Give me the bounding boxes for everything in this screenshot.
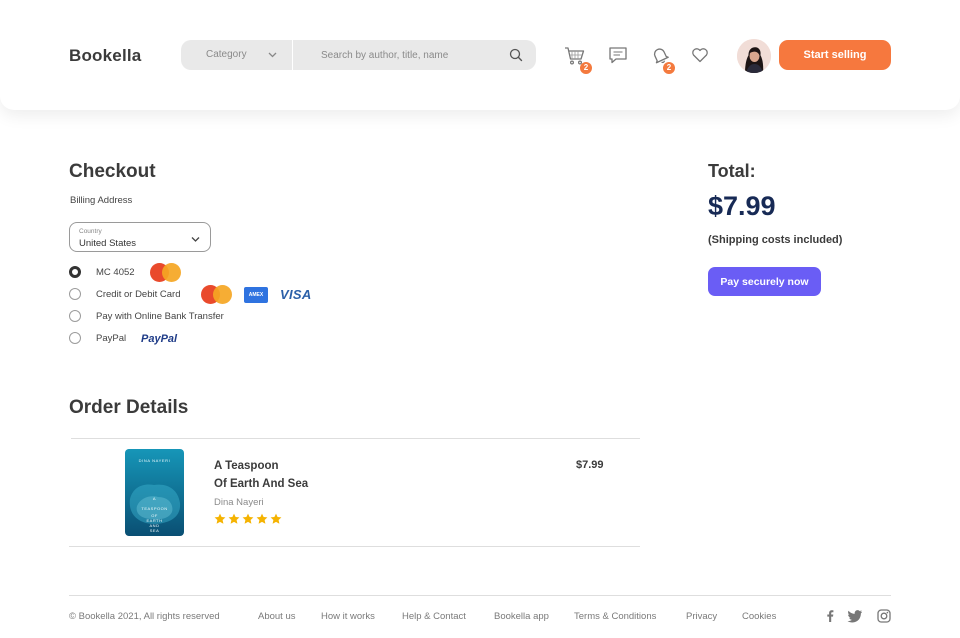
avatar[interactable] <box>737 39 771 73</box>
divider <box>69 546 640 547</box>
book-cover[interactable]: DINA NAYERI A TEASPOON OF EARTH AND SEA <box>125 449 184 536</box>
star-icon <box>214 513 226 524</box>
cover-title-line: TEASPOON <box>141 506 167 511</box>
shipping-note: (Shipping costs included) <box>708 234 843 246</box>
mastercard-logo <box>201 285 232 304</box>
radio-button-selected[interactable] <box>69 266 81 278</box>
chevron-down-icon <box>191 237 200 242</box>
radio-button[interactable] <box>69 332 81 344</box>
category-dropdown[interactable]: Category <box>181 40 292 70</box>
billing-address-label: Billing Address <box>70 195 133 206</box>
star-rating <box>214 513 282 525</box>
star-icon <box>242 513 254 524</box>
category-label: Category <box>206 49 247 60</box>
footer-link-terms[interactable]: Terms & Conditions <box>574 611 656 622</box>
payment-option-paypal[interactable]: PayPal <box>69 332 329 346</box>
divider <box>71 438 640 439</box>
payment-option-label: PayPal <box>96 333 127 344</box>
copyright-text: © Bookella 2021, All rights reserved <box>69 611 220 622</box>
payment-option-label: Pay with Online Bank Transfer <box>96 311 224 322</box>
star-icon <box>270 513 282 524</box>
twitter-icon[interactable] <box>847 609 863 623</box>
facebook-icon[interactable] <box>823 609 837 623</box>
total-amount: $7.99 <box>708 191 776 221</box>
item-title-line1[interactable]: A Teaspoon <box>214 460 279 472</box>
country-select[interactable]: Country United States <box>69 222 211 252</box>
messages-button[interactable] <box>608 46 630 66</box>
notifications-badge: 2 <box>663 62 675 74</box>
footer-link-about[interactable]: About us <box>258 611 296 622</box>
user-avatar-image <box>737 39 771 73</box>
footer-link-privacy[interactable]: Privacy <box>686 611 717 622</box>
footer-divider <box>69 595 891 596</box>
search-field <box>293 40 536 70</box>
header-bar: Bookella Category 2 <box>0 0 960 110</box>
radio-button[interactable] <box>69 288 81 300</box>
cover-title-line: A <box>153 496 156 501</box>
instagram-icon[interactable] <box>877 609 891 623</box>
footer-link-cookies[interactable]: Cookies <box>742 611 776 622</box>
chat-icon <box>609 47 627 64</box>
star-icon <box>228 513 240 524</box>
book-cover-art: DINA NAYERI A TEASPOON OF EARTH AND SEA <box>125 449 184 536</box>
search-input[interactable] <box>321 40 521 70</box>
item-price: $7.99 <box>576 459 604 471</box>
notifications-button[interactable]: 2 <box>650 46 675 74</box>
country-label: Country <box>79 228 102 235</box>
search-icon[interactable] <box>509 48 523 62</box>
visa-logo: VISA <box>280 287 312 302</box>
cover-author: DINA NAYERI <box>139 458 171 463</box>
item-title-line2[interactable]: Of Earth And Sea <box>214 478 308 490</box>
mastercard-logo <box>150 263 181 282</box>
radio-button[interactable] <box>69 310 81 322</box>
payment-option-label: MC 4052 <box>96 267 135 278</box>
logo[interactable]: Bookella <box>69 46 141 66</box>
checkout-title: Checkout <box>69 161 156 182</box>
payment-option-bank-transfer[interactable]: Pay with Online Bank Transfer <box>69 310 329 324</box>
start-selling-button[interactable]: Start selling <box>779 40 891 70</box>
payment-option-label: Credit or Debit Card <box>96 289 181 300</box>
item-author[interactable]: Dina Nayeri <box>214 497 264 508</box>
payment-option-mc-4052[interactable]: MC 4052 <box>69 266 329 280</box>
cart-badge: 2 <box>580 62 592 74</box>
country-value: United States <box>79 238 137 249</box>
paypal-logo: PayPal <box>141 333 178 345</box>
star-icon <box>256 513 268 524</box>
total-label: Total: <box>708 161 756 181</box>
chevron-down-icon <box>268 52 277 58</box>
cover-title-line: SEA <box>150 528 160 533</box>
search-bar: Category <box>181 40 536 70</box>
amex-logo: AMEX <box>244 287 268 303</box>
order-details-title: Order Details <box>69 397 189 418</box>
pay-securely-button[interactable]: Pay securely now <box>708 267 821 296</box>
wishlist-button[interactable] <box>690 46 712 66</box>
footer-link-how-it-works[interactable]: How it works <box>321 611 375 622</box>
footer-link-app[interactable]: Bookella app <box>494 611 549 622</box>
heart-icon <box>692 48 708 63</box>
footer-link-help[interactable]: Help & Contact <box>402 611 466 622</box>
cart-button[interactable]: 2 <box>564 46 592 74</box>
